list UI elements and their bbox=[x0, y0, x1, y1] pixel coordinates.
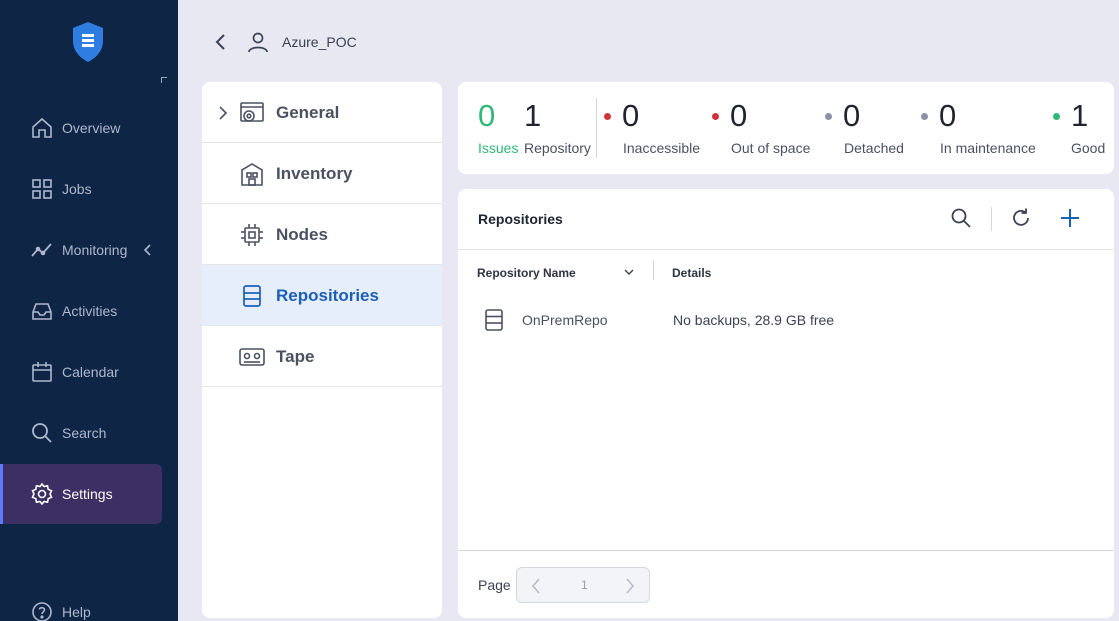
home-icon bbox=[32, 117, 52, 138]
inaccessible-label[interactable]: Inaccessible bbox=[623, 140, 700, 156]
settings-item-label: Tape bbox=[276, 347, 315, 366]
issues-count[interactable]: 0 bbox=[478, 98, 495, 134]
repository-stats-bar: 0 Issues 1 Repository 0 Inaccessible 0 O… bbox=[458, 82, 1114, 174]
add-icon[interactable] bbox=[1059, 207, 1081, 229]
help-icon bbox=[32, 602, 52, 621]
chart-icon bbox=[31, 243, 52, 257]
shield-logo-icon[interactable] bbox=[72, 21, 104, 63]
settings-item-label: General bbox=[276, 103, 340, 122]
nav-item-activities[interactable]: Activities bbox=[0, 281, 162, 341]
chevron-left-icon[interactable] bbox=[142, 244, 154, 256]
status-dot-red bbox=[604, 113, 611, 120]
status-dot-gray bbox=[825, 113, 832, 120]
repository-details: No backups, 28.9 GB free bbox=[673, 312, 835, 328]
calendar-icon bbox=[32, 362, 52, 382]
settings-item-nodes[interactable]: Nodes bbox=[202, 204, 442, 265]
repositories-panel: Repositories Repository Name Details OnP… bbox=[458, 189, 1114, 618]
chevron-left-icon[interactable] bbox=[529, 577, 543, 595]
status-dot-green bbox=[1053, 113, 1060, 120]
inbox-icon bbox=[32, 303, 52, 320]
nav-item-monitoring[interactable]: Monitoring bbox=[0, 220, 162, 280]
database-icon bbox=[485, 309, 503, 331]
panel-title: Repositories bbox=[478, 211, 563, 227]
nav-item-calendar[interactable]: Calendar bbox=[0, 342, 162, 402]
settings-item-repositories[interactable]: Repositories bbox=[202, 265, 442, 326]
column-divider[interactable] bbox=[653, 260, 654, 280]
settings-item-label: Inventory bbox=[276, 164, 353, 183]
good-count[interactable]: 1 bbox=[1071, 98, 1088, 134]
settings-item-tape[interactable]: Tape bbox=[202, 326, 442, 387]
in-maintenance-count[interactable]: 0 bbox=[939, 98, 956, 134]
nav-item-label: Overview bbox=[62, 120, 121, 136]
issues-label[interactable]: Issues bbox=[478, 140, 518, 156]
settings-item-label: Nodes bbox=[276, 225, 328, 244]
nav-item-jobs[interactable]: Jobs bbox=[0, 159, 162, 219]
out-of-space-count[interactable]: 0 bbox=[730, 98, 747, 134]
repository-name[interactable]: OnPremRepo bbox=[522, 312, 608, 328]
back-arrow-icon[interactable] bbox=[212, 32, 230, 52]
nav-item-label: Monitoring bbox=[62, 242, 128, 258]
gear-icon bbox=[31, 482, 53, 506]
nav-item-label: Activities bbox=[62, 303, 118, 319]
chevron-right-icon[interactable] bbox=[218, 106, 228, 120]
page-label: Page bbox=[478, 577, 511, 593]
inaccessible-count[interactable]: 0 bbox=[622, 98, 639, 134]
nav-item-label: Search bbox=[62, 425, 107, 441]
page-title: Azure_POC bbox=[282, 34, 357, 50]
settings-menu: General Inventory Nodes Repositories Tap… bbox=[202, 82, 442, 618]
table-row[interactable]: OnPremRepo No backups, 28.9 GB free bbox=[458, 299, 1114, 341]
settings-item-general[interactable]: General bbox=[202, 82, 442, 143]
building-icon bbox=[241, 163, 263, 186]
user-icon bbox=[248, 32, 268, 53]
header-separator bbox=[458, 249, 1114, 250]
toolbar-divider bbox=[991, 207, 992, 231]
grid-icon bbox=[32, 179, 52, 199]
pagination-control: 1 bbox=[516, 567, 650, 603]
chevron-right-icon[interactable] bbox=[623, 577, 637, 595]
out-of-space-label[interactable]: Out of space bbox=[731, 140, 810, 156]
detached-label[interactable]: Detached bbox=[844, 140, 904, 156]
nav-item-overview[interactable]: Overview bbox=[0, 98, 162, 158]
good-label[interactable]: Good bbox=[1071, 140, 1105, 156]
footer-separator bbox=[458, 550, 1114, 551]
database-icon bbox=[243, 285, 261, 307]
nav-item-help[interactable]: Help bbox=[0, 582, 162, 621]
settings-item-label: Repositories bbox=[276, 286, 379, 305]
settings-window-icon bbox=[240, 102, 264, 122]
nav-item-settings[interactable]: Settings bbox=[0, 464, 162, 524]
nav-item-label: Jobs bbox=[62, 181, 92, 197]
nav-item-search[interactable]: Search bbox=[0, 403, 162, 463]
column-header-name[interactable]: Repository Name bbox=[477, 266, 576, 280]
left-nav: Overview Jobs Monitoring Activities Cale… bbox=[0, 0, 178, 621]
detached-count[interactable]: 0 bbox=[843, 98, 860, 134]
repository-label: Repository bbox=[524, 140, 591, 156]
search-icon[interactable] bbox=[950, 207, 972, 229]
refresh-icon[interactable] bbox=[1010, 207, 1032, 229]
in-maintenance-label[interactable]: In maintenance bbox=[940, 140, 1036, 156]
chevron-down-icon[interactable] bbox=[623, 266, 635, 278]
collapse-nav-icon[interactable] bbox=[161, 77, 167, 83]
nav-item-label: Settings bbox=[62, 486, 113, 502]
status-dot-gray bbox=[921, 113, 928, 120]
settings-item-inventory[interactable]: Inventory bbox=[202, 143, 442, 204]
tape-icon bbox=[239, 348, 265, 366]
search-icon bbox=[32, 423, 52, 443]
chip-icon bbox=[241, 224, 263, 246]
stats-divider bbox=[596, 98, 597, 158]
page-number[interactable]: 1 bbox=[581, 578, 588, 592]
status-dot-red bbox=[712, 113, 719, 120]
column-header-details[interactable]: Details bbox=[672, 266, 711, 280]
repository-count: 1 bbox=[524, 98, 542, 133]
nav-item-label: Help bbox=[62, 604, 91, 620]
nav-item-label: Calendar bbox=[62, 364, 119, 380]
